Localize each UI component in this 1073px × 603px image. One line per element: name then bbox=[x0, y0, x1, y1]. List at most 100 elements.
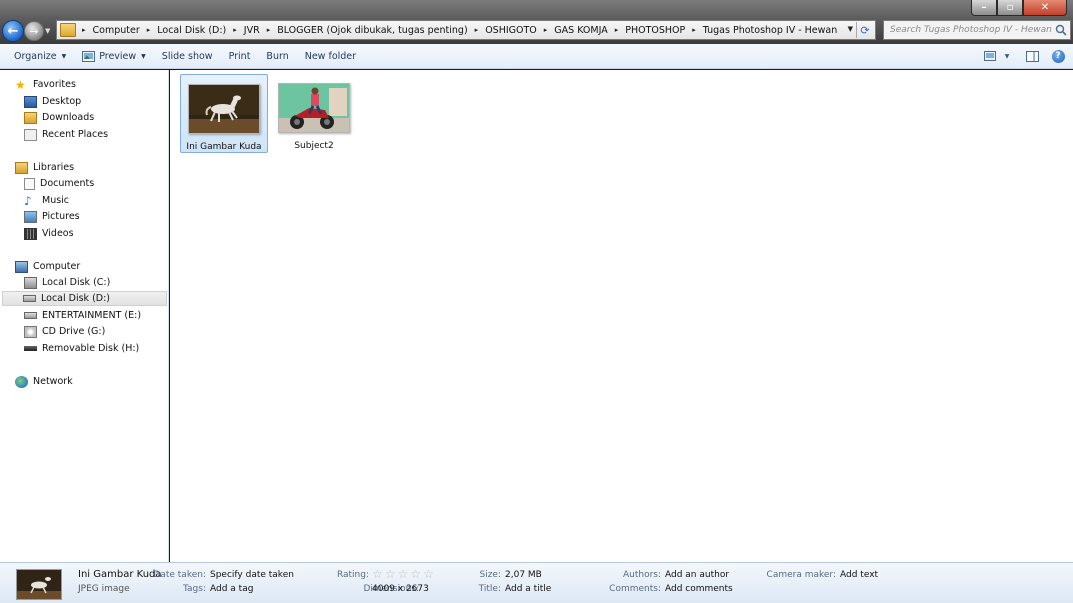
nav-label: ENTERTAINMENT (E:) bbox=[42, 310, 142, 321]
nav-label: Downloads bbox=[42, 112, 95, 123]
search-input[interactable]: Search Tugas Photoshop IV - Hewan bbox=[883, 20, 1071, 40]
nav-cd-drive-g[interactable]: CD Drive (G:) bbox=[24, 324, 105, 339]
forward-button[interactable]: → bbox=[24, 21, 44, 41]
title-field[interactable]: Add a title bbox=[505, 584, 551, 594]
refresh-button[interactable]: ⟳ bbox=[856, 22, 873, 38]
chevron-right-icon[interactable]: ▸ bbox=[267, 26, 271, 34]
chevron-right-icon[interactable]: ▸ bbox=[233, 26, 237, 34]
authors-label: Authors: bbox=[622, 570, 661, 580]
star-icon[interactable]: ☆ bbox=[372, 568, 383, 580]
network-icon bbox=[15, 375, 28, 388]
recent-pages-dropdown[interactable]: ▼ bbox=[45, 27, 54, 36]
drive-icon bbox=[23, 295, 36, 302]
horse-thumbnail bbox=[188, 84, 260, 134]
recent-places-icon bbox=[24, 128, 37, 141]
authors-field[interactable]: Add an author bbox=[665, 570, 729, 580]
nav-local-disk-d[interactable]: Local Disk (D:) bbox=[2, 291, 167, 306]
preview-label: Preview bbox=[99, 50, 137, 62]
new-folder-label: New folder bbox=[304, 50, 357, 62]
star-icon[interactable]: ☆ bbox=[385, 568, 396, 580]
star-icon[interactable]: ☆ bbox=[398, 568, 409, 580]
address-history-dropdown[interactable]: ▼ bbox=[848, 25, 853, 33]
print-button[interactable]: Print bbox=[221, 46, 259, 66]
breadcrumb-item-computer[interactable]: Computer bbox=[93, 25, 140, 36]
new-folder-button[interactable]: New folder bbox=[297, 46, 364, 66]
tags-label: Tags: bbox=[183, 584, 206, 594]
preview-pane-button[interactable] bbox=[1021, 47, 1043, 65]
chevron-right-icon[interactable]: ▸ bbox=[615, 26, 619, 34]
nav-label: Videos bbox=[42, 228, 74, 239]
file-item[interactable]: Subject2 bbox=[270, 74, 358, 153]
chevron-down-icon: ▼ bbox=[45, 27, 51, 35]
organize-button[interactable]: Organize ▼ bbox=[6, 46, 74, 66]
chevron-right-icon[interactable]: ▸ bbox=[82, 26, 86, 34]
rating-stars[interactable]: ☆ ☆ ☆ ☆ ☆ bbox=[372, 568, 434, 580]
computer-icon bbox=[15, 260, 28, 273]
camera-maker-field[interactable]: Add text bbox=[840, 570, 878, 580]
nav-favorites[interactable]: ★ Favorites bbox=[15, 77, 76, 92]
nav-label: CD Drive (G:) bbox=[42, 326, 106, 337]
dimensions-value: 4009 x 2673 bbox=[372, 584, 429, 594]
date-taken-label: Date taken: bbox=[153, 570, 206, 580]
nav-desktop[interactable]: Desktop bbox=[24, 94, 81, 109]
nav-computer[interactable]: Computer bbox=[15, 259, 80, 274]
nav-downloads[interactable]: Downloads bbox=[24, 110, 94, 125]
nav-label: Documents bbox=[40, 178, 95, 189]
nav-videos[interactable]: Videos bbox=[24, 226, 74, 241]
nav-label: Music bbox=[42, 195, 70, 206]
nav-music[interactable]: ♪ Music bbox=[24, 193, 69, 208]
nav-label: Desktop bbox=[42, 96, 82, 107]
title-label: Title: bbox=[478, 584, 501, 594]
nav-removable-disk-h[interactable]: Removable Disk (H:) bbox=[24, 341, 139, 356]
file-list[interactable]: Ini Gambar Kuda Subject2 bbox=[170, 70, 1073, 562]
nav-documents[interactable]: Documents bbox=[24, 176, 94, 191]
rating-label: Rating: bbox=[336, 570, 369, 580]
chevron-right-icon[interactable]: ▸ bbox=[692, 26, 696, 34]
slideshow-label: Slide show bbox=[161, 50, 213, 62]
breadcrumb-item-jvr[interactable]: JVR bbox=[244, 25, 260, 36]
burn-label: Burn bbox=[266, 50, 289, 62]
tags-field[interactable]: Add a tag bbox=[210, 584, 253, 594]
breadcrumb-item-oshigoto[interactable]: OSHIGOTO bbox=[485, 25, 537, 36]
breadcrumb-item-local-disk-d[interactable]: Local Disk (D:) bbox=[157, 25, 226, 36]
nav-local-disk-c[interactable]: Local Disk (C:) bbox=[24, 275, 110, 290]
breadcrumb-item-blogger[interactable]: BLOGGER (Ojok dibukak, tugas penting) bbox=[277, 25, 467, 36]
star-icon[interactable]: ☆ bbox=[423, 568, 434, 580]
help-button[interactable]: ? bbox=[1047, 47, 1069, 65]
nav-network[interactable]: Network bbox=[15, 374, 73, 389]
close-button[interactable]: ✕ bbox=[1023, 0, 1067, 16]
back-button[interactable]: ← bbox=[2, 20, 24, 42]
breadcrumb-item-gas-komja[interactable]: GAS KOMJA bbox=[554, 25, 607, 36]
nav-pictures[interactable]: Pictures bbox=[24, 209, 80, 224]
nav-entertainment-e[interactable]: ENTERTAINMENT (E:) bbox=[24, 308, 141, 323]
address-bar[interactable]: ▸ Computer ▸ Local Disk (D:) ▸ JVR ▸ BLO… bbox=[56, 20, 876, 40]
print-label: Print bbox=[228, 50, 251, 62]
change-view-button[interactable] bbox=[979, 47, 1001, 65]
nav-label: Removable Disk (H:) bbox=[42, 343, 140, 354]
desktop-icon bbox=[24, 95, 37, 108]
slideshow-button[interactable]: Slide show bbox=[154, 46, 221, 66]
minimize-button[interactable]: – bbox=[971, 0, 997, 16]
maximize-icon: ▫ bbox=[1006, 2, 1014, 13]
file-item[interactable]: Ini Gambar Kuda bbox=[180, 74, 268, 153]
nav-recent-places[interactable]: Recent Places bbox=[24, 127, 108, 142]
chevron-right-icon[interactable]: ▸ bbox=[475, 26, 479, 34]
nav-label: Libraries bbox=[33, 162, 75, 173]
chevron-right-icon[interactable]: ▸ bbox=[544, 26, 548, 34]
search-icon[interactable] bbox=[1055, 24, 1067, 36]
nav-libraries[interactable]: Libraries bbox=[15, 160, 74, 175]
burn-button[interactable]: Burn bbox=[258, 46, 296, 66]
comments-field[interactable]: Add comments bbox=[665, 584, 733, 594]
breadcrumb-item-photoshop[interactable]: PHOTOSHOP bbox=[625, 25, 685, 36]
breadcrumb-item-current-folder[interactable]: Tugas Photoshop IV - Hewan bbox=[703, 25, 838, 36]
preview-button[interactable]: Preview ▼ bbox=[74, 46, 154, 66]
motorcycle-thumbnail bbox=[278, 83, 350, 133]
maximize-button[interactable]: ▫ bbox=[997, 0, 1023, 16]
star-icon[interactable]: ☆ bbox=[410, 568, 421, 580]
date-taken-field[interactable]: Specify date taken bbox=[210, 570, 294, 580]
view-options-dropdown[interactable]: ▼ bbox=[1001, 47, 1013, 65]
nav-label: Network bbox=[33, 376, 73, 387]
chevron-right-icon[interactable]: ▸ bbox=[147, 26, 151, 34]
arrow-right-icon: → bbox=[29, 24, 39, 38]
nav-label: Computer bbox=[33, 261, 81, 272]
